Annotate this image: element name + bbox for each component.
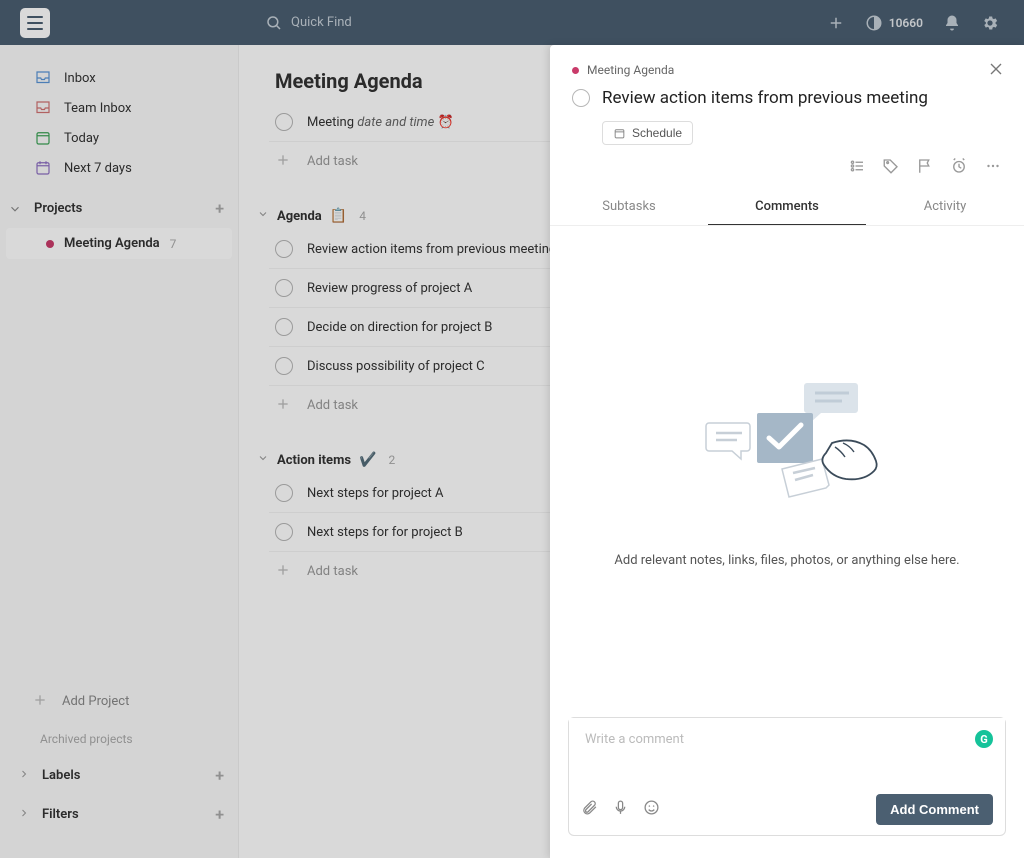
add-comment-button[interactable]: Add Comment [876, 794, 993, 825]
search-icon [265, 14, 283, 32]
chevron-down-icon [8, 202, 22, 216]
sidebar-labels-toggle[interactable]: Labels + [0, 756, 238, 795]
archived-projects-label[interactable]: Archived projects [0, 718, 238, 756]
plus-icon [275, 396, 293, 414]
empty-comments-text: Add relevant notes, links, files, photos… [614, 551, 959, 571]
sidebar-item-label: Team Inbox [64, 101, 131, 116]
sidebar-item-inbox[interactable]: Inbox [0, 63, 238, 93]
more-icon[interactable] [984, 157, 1002, 179]
section-count: 4 [359, 209, 366, 223]
task-title[interactable]: Review action items from previous meetin… [602, 87, 928, 109]
inbox-icon [34, 69, 52, 87]
today-icon [34, 129, 52, 147]
clipboard-icon: 📋 [330, 208, 347, 224]
plus-icon [275, 562, 293, 580]
sidebar-projects-toggle[interactable]: Projects + [0, 191, 238, 226]
task-text: Review progress of project A [307, 281, 472, 296]
sidebar-item-team-inbox[interactable]: Team Inbox [0, 93, 238, 123]
project-color-dot [572, 67, 579, 74]
task-text: Next steps for for project B [307, 525, 463, 540]
sidebar-item-today[interactable]: Today [0, 123, 238, 153]
add-task-label: Add task [307, 398, 358, 413]
karma-icon [865, 14, 883, 32]
notifications-icon[interactable] [943, 14, 961, 32]
calendar-icon [613, 127, 626, 140]
add-project-label: Add Project [62, 694, 129, 709]
sidebar-projects-label: Projects [34, 201, 82, 216]
chevron-right-icon [18, 807, 30, 823]
close-icon[interactable] [986, 59, 1006, 83]
reminder-icon[interactable] [950, 157, 968, 179]
plus-icon [275, 152, 293, 170]
sidebar-filters-toggle[interactable]: Filters + [0, 795, 238, 834]
team-inbox-icon [34, 99, 52, 117]
project-count: 7 [170, 237, 177, 251]
comment-input[interactable] [569, 718, 1005, 782]
plus-icon[interactable]: + [215, 199, 224, 218]
task-checkbox[interactable] [275, 357, 293, 375]
tab-subtasks[interactable]: Subtasks [550, 189, 708, 225]
sidebar-project-meeting-agenda[interactable]: Meeting Agenda 7 [6, 228, 232, 259]
plus-icon[interactable]: + [215, 766, 224, 785]
task-text: Discuss possibility of project C [307, 359, 485, 374]
sidebar-item-label: Today [64, 131, 99, 146]
sidebar-item-label: Inbox [64, 71, 96, 86]
task-checkbox[interactable] [572, 89, 590, 107]
task-checkbox[interactable] [275, 484, 293, 502]
add-project-button[interactable]: Add Project [0, 684, 238, 718]
project-color-dot [46, 240, 54, 248]
sidebar-item-label: Next 7 days [64, 161, 132, 176]
task-checkbox[interactable] [275, 240, 293, 258]
task-text: Review action items from previous meetin… [307, 242, 556, 257]
project-name: Meeting Agenda [64, 236, 160, 251]
chevron-right-icon [18, 768, 30, 784]
task-text: Next steps for project A [307, 486, 444, 501]
app-logo[interactable] [20, 8, 50, 38]
section-count: 2 [388, 453, 395, 467]
label-icon[interactable] [882, 157, 900, 179]
filters-label: Filters [42, 807, 79, 822]
plus-icon [32, 692, 50, 710]
add-task-label: Add task [307, 154, 358, 169]
microphone-icon[interactable] [612, 799, 629, 820]
task-detail-panel: Meeting Agenda Review action items from … [550, 45, 1024, 858]
task-text: Meeting date and time ⏰ [307, 115, 454, 130]
section-name: Agenda [277, 209, 322, 224]
gear-icon[interactable] [981, 14, 999, 32]
schedule-button[interactable]: Schedule [602, 121, 693, 145]
karma-value: 10660 [889, 16, 923, 30]
flag-icon[interactable] [916, 157, 934, 179]
labels-label: Labels [42, 768, 80, 783]
task-text: Decide on direction for project B [307, 320, 492, 335]
plus-icon[interactable]: + [215, 805, 224, 824]
emoji-icon[interactable] [643, 799, 660, 820]
breadcrumb-project: Meeting Agenda [587, 63, 674, 77]
subtasks-icon[interactable] [848, 157, 866, 179]
task-checkbox[interactable] [275, 523, 293, 541]
breadcrumb[interactable]: Meeting Agenda [572, 63, 1002, 77]
task-checkbox[interactable] [275, 113, 293, 131]
grammarly-icon[interactable]: G [975, 730, 993, 748]
sidebar-item-next7[interactable]: Next 7 days [0, 153, 238, 183]
add-icon[interactable] [827, 14, 845, 32]
tab-activity[interactable]: Activity [866, 189, 1024, 225]
calendar-icon [34, 159, 52, 177]
section-name: Action items [277, 453, 351, 468]
add-task-label: Add task [307, 564, 358, 579]
karma-count[interactable]: 10660 [865, 14, 923, 32]
tab-comments[interactable]: Comments [708, 189, 866, 225]
chevron-down-icon [257, 208, 269, 224]
chevron-down-icon [257, 452, 269, 468]
quick-find-label: Quick Find [291, 15, 352, 30]
checkmark-icon: ✔️ [359, 452, 376, 468]
schedule-label: Schedule [632, 126, 682, 140]
empty-comments-illustration [687, 373, 887, 523]
attachment-icon[interactable] [581, 799, 598, 820]
task-checkbox[interactable] [275, 318, 293, 336]
task-checkbox[interactable] [275, 279, 293, 297]
clock-icon: ⏰ [438, 115, 454, 130]
quick-find[interactable]: Quick Find [265, 14, 352, 32]
